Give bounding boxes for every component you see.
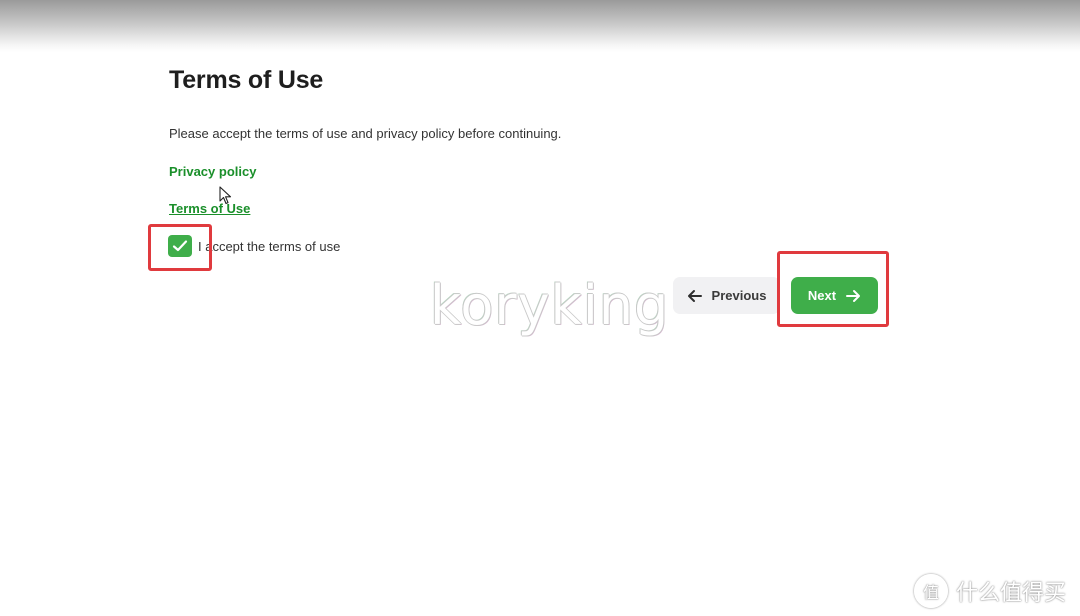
previous-button[interactable]: Previous <box>673 277 780 314</box>
top-shade <box>0 0 1080 52</box>
checkbox-highlight-box <box>148 224 212 271</box>
corner-badge-icon: 值 <box>913 574 948 608</box>
corner-logo-text: 什么值得买 <box>955 581 1066 606</box>
next-button-highlight-box <box>777 251 889 327</box>
watermark-text: koryking <box>430 274 670 337</box>
page-title: Terms of Use <box>169 66 324 94</box>
accept-terms-label[interactable]: I accept the terms of use <box>198 239 340 254</box>
page: Terms of Use Please accept the terms of … <box>0 0 1080 616</box>
mouse-cursor-icon <box>219 186 232 205</box>
terms-of-use-link[interactable]: Terms of Use <box>169 201 250 216</box>
corner-watermark-logo: 值 什么值得买 <box>913 574 1066 608</box>
previous-button-label: Previous <box>711 288 767 303</box>
privacy-policy-link[interactable]: Privacy policy <box>169 164 256 179</box>
arrow-left-icon <box>687 289 702 302</box>
intro-text: Please accept the terms of use and priva… <box>169 126 562 141</box>
